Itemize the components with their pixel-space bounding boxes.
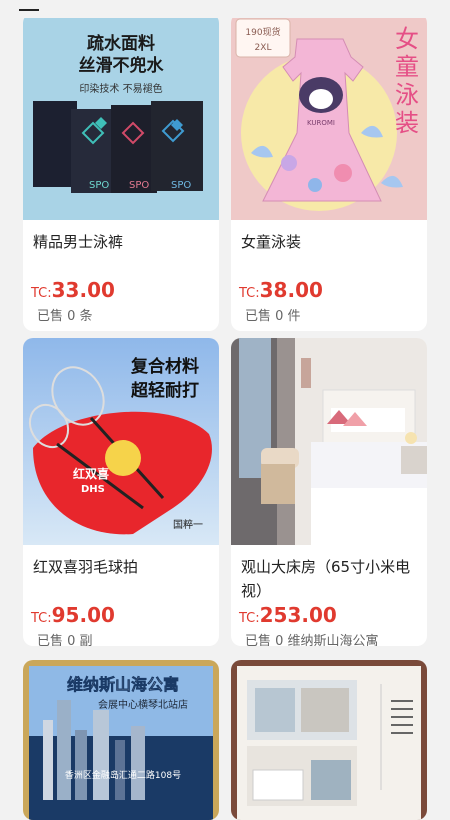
menu-dash-icon[interactable] — [19, 9, 39, 11]
svg-text:红双喜: 红双喜 — [73, 466, 109, 481]
price-value: 33.00 — [51, 278, 115, 302]
product-card[interactable]: 190现货 2XL KUROMI 女 童 泳 装 女童泳装 TC:38.00 已… — [231, 13, 427, 331]
svg-text:190现货: 190现货 — [245, 26, 280, 38]
svg-text:SPO: SPO — [89, 180, 109, 191]
product-card[interactable]: 复合材料 超轻耐打 红双喜 DHS 国粹一 红双喜羽毛球拍 TC:95.00 已… — [23, 338, 219, 646]
price-value: 95.00 — [51, 603, 115, 627]
svg-text:超轻耐打: 超轻耐打 — [131, 380, 199, 401]
product-price: TC:38.00 — [239, 278, 323, 302]
svg-text:会展中心横琴北站店: 会展中心横琴北站店 — [98, 698, 188, 711]
product-card[interactable]: 观山大床房（65寸小米电视） TC:253.00 已售 0 维纳斯山海公寓 — [231, 338, 427, 646]
price-value: 253.00 — [259, 603, 337, 627]
svg-text:2XL: 2XL — [255, 43, 272, 53]
product-name: 女童泳装 — [241, 233, 302, 251]
product-price: TC:33.00 — [31, 278, 115, 302]
product-image-hotel-room — [231, 338, 427, 545]
price-value: 38.00 — [259, 278, 323, 302]
sold-count: 已售 0 副 — [37, 634, 93, 646]
svg-text:SPO: SPO — [171, 180, 191, 191]
product-name: 红双喜羽毛球拍 — [33, 558, 139, 576]
product-image-apartment-promo: 维纳斯山海公寓 会展中心横琴北站店 香洲区金融岛汇通二路108号 — [23, 660, 219, 820]
product-card[interactable]: 维纳斯山海公寓 会展中心横琴北站店 香洲区金融岛汇通二路108号 — [23, 660, 219, 820]
product-image-badminton-racket: 复合材料 超轻耐打 红双喜 DHS 国粹一 — [23, 338, 219, 545]
sold-count: 已售 0 维纳斯山海公寓 — [245, 634, 379, 646]
svg-text:泳: 泳 — [395, 81, 419, 109]
svg-text:香洲区金融岛汇通二路108号: 香洲区金融岛汇通二路108号 — [65, 769, 181, 781]
price-currency: TC: — [31, 611, 52, 626]
product-image-apartment-room — [231, 660, 427, 820]
product-price: TC:95.00 — [31, 603, 115, 627]
svg-text:丝滑不兜水: 丝滑不兜水 — [79, 55, 165, 76]
product-image-swim-trunks: 疏水面料 丝滑不兜水 印染技术 不易褪色 SPO SPO SPO — [23, 13, 219, 220]
svg-text:装: 装 — [395, 109, 419, 137]
svg-text:复合材料: 复合材料 — [130, 356, 199, 377]
product-card[interactable] — [231, 660, 427, 820]
svg-text:疏水面料: 疏水面料 — [87, 33, 155, 54]
product-price: TC:253.00 — [239, 603, 337, 627]
svg-text:维纳斯山海公寓: 维纳斯山海公寓 — [67, 675, 179, 694]
sold-count: 已售 0 条 — [37, 309, 93, 324]
top-bar — [0, 0, 450, 18]
product-image-girls-swimsuit: 190现货 2XL KUROMI 女 童 泳 装 — [231, 13, 427, 220]
svg-text:DHS: DHS — [81, 484, 105, 495]
product-name: 观山大床房（65寸小米电视） — [241, 558, 411, 600]
price-currency: TC: — [239, 611, 260, 626]
svg-text:国粹一: 国粹一 — [173, 518, 203, 531]
svg-text:KUROMI: KUROMI — [307, 119, 335, 127]
svg-text:童: 童 — [395, 53, 419, 81]
svg-text:女: 女 — [395, 25, 419, 53]
sold-count: 已售 0 件 — [245, 309, 301, 324]
svg-text:印染技术 不易褪色: 印染技术 不易褪色 — [79, 82, 162, 95]
price-currency: TC: — [31, 286, 52, 301]
product-name: 精品男士泳裤 — [33, 233, 124, 251]
svg-text:SPO: SPO — [129, 180, 149, 191]
product-card[interactable]: 疏水面料 丝滑不兜水 印染技术 不易褪色 SPO SPO SPO 精品男士泳裤 … — [23, 13, 219, 331]
price-currency: TC: — [239, 286, 260, 301]
